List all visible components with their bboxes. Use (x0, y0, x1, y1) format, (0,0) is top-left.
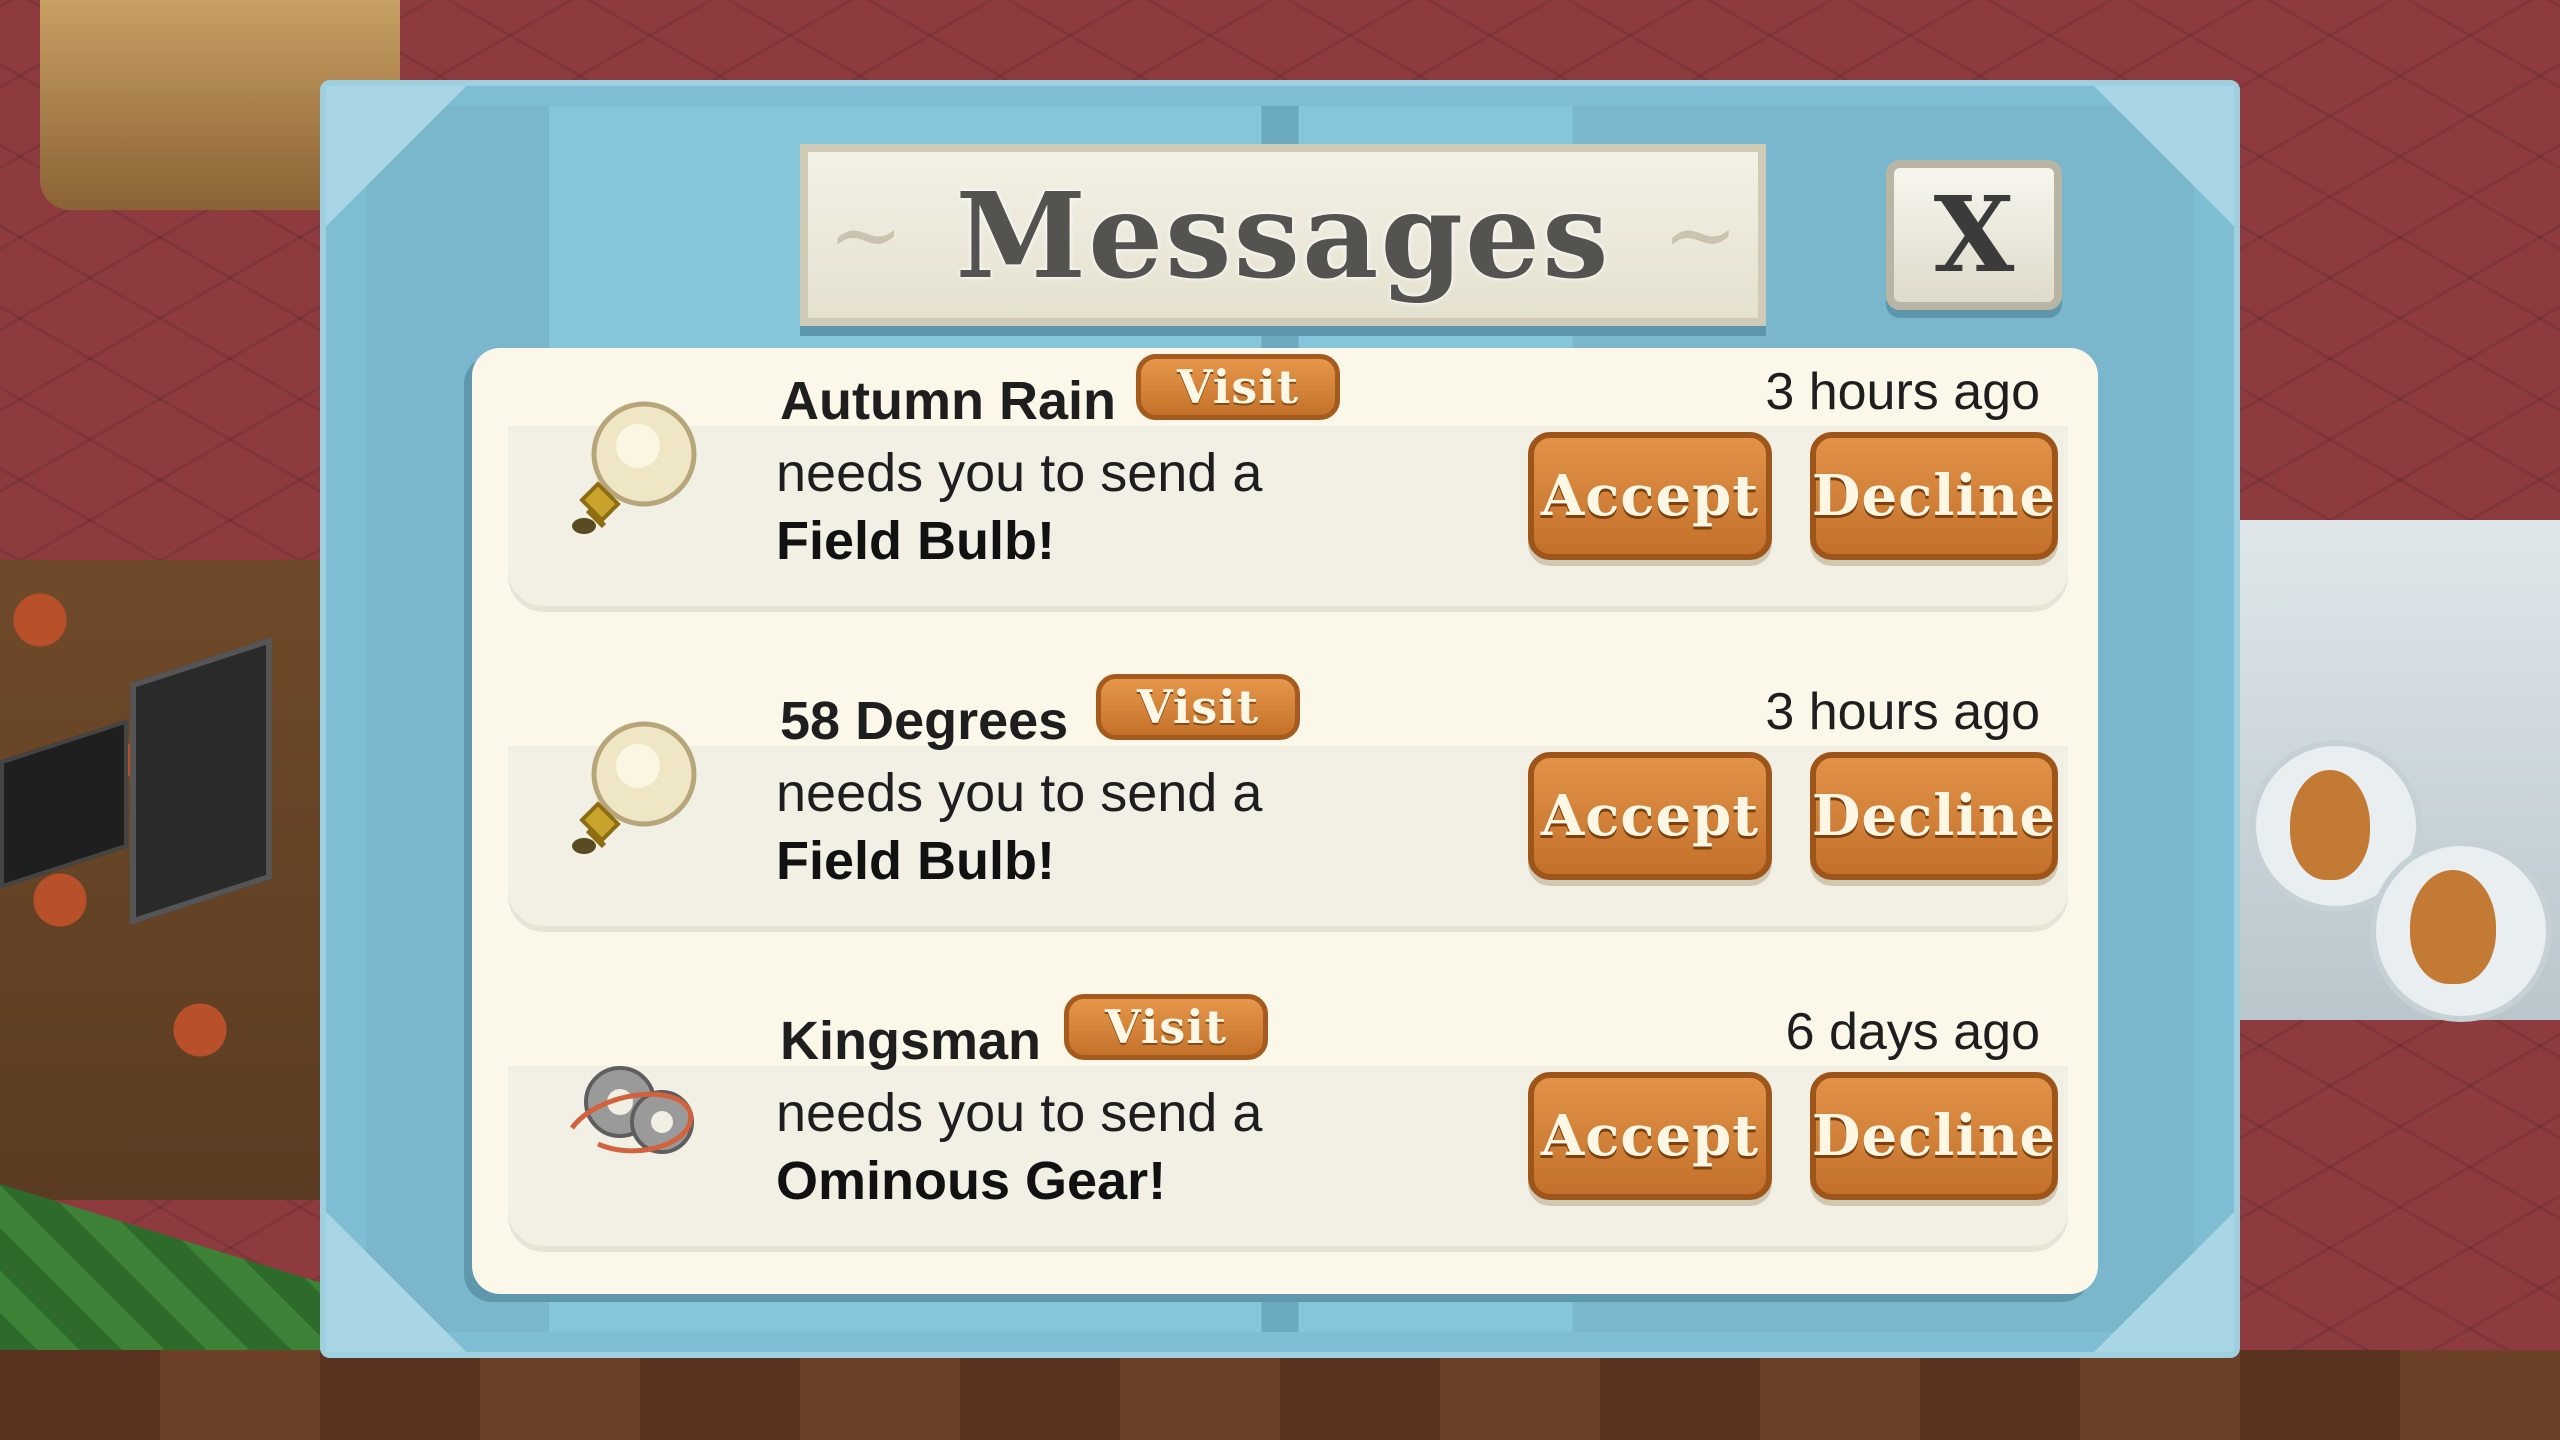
sender-name[interactable]: 58 Degrees (780, 690, 1068, 752)
dialog-corner (326, 1212, 466, 1352)
message-time: 3 hours ago (1765, 683, 2040, 741)
sender-name[interactable]: Autumn Rain (780, 370, 1116, 432)
visit-button[interactable]: Visit (1064, 994, 1268, 1060)
sender-name[interactable]: Kingsman (780, 1010, 1041, 1072)
swirl-ornament-icon: ~ (828, 182, 904, 288)
message-row: Autumn Rain Visit 3 hours ago needs you … (508, 352, 2068, 606)
dialog-corner (2094, 86, 2234, 226)
request-text: needs you to send a (776, 1083, 1263, 1143)
swirl-ornament-icon: ~ (1662, 182, 1738, 288)
message-row: Kingsman Visit 6 days ago needs you to s… (508, 992, 2068, 1246)
lightbulb-icon (572, 401, 697, 534)
message-time: 3 hours ago (1765, 363, 2040, 421)
egg-decoration (2290, 770, 2370, 880)
dialog-title: Messages (955, 165, 1611, 305)
message-time: 6 days ago (1785, 1003, 2040, 1061)
message-row: 58 Degrees Visit 3 hours ago needs you t… (508, 672, 2068, 926)
request-text: needs you to send a (776, 443, 1263, 503)
close-button[interactable]: X (1886, 160, 2062, 310)
requested-item: Field Bulb! (776, 511, 1055, 571)
pizza-sign-decoration (130, 636, 272, 926)
accept-button[interactable]: Accept (1528, 752, 1772, 880)
dialog-corner (326, 86, 466, 226)
visit-button[interactable]: Visit (1136, 354, 1340, 420)
visit-button[interactable]: Visit (1096, 674, 1300, 740)
close-icon: X (1933, 173, 2015, 296)
decline-button[interactable]: Decline (1810, 752, 2058, 880)
lightbulb-icon (572, 721, 697, 854)
requested-item: Ominous Gear! (776, 1151, 1167, 1211)
egg-decoration (2410, 870, 2496, 984)
wood-floor (0, 1350, 2560, 1440)
accept-button[interactable]: Accept (1528, 1072, 1772, 1200)
gear-icon (569, 1066, 694, 1154)
requested-item: Field Bulb! (776, 831, 1055, 891)
dialog-corner (2094, 1212, 2234, 1352)
title-banner: ~ Messages ~ (800, 144, 1766, 326)
accept-button[interactable]: Accept (1528, 432, 1772, 560)
decline-button[interactable]: Decline (1810, 432, 2058, 560)
request-text: needs you to send a (776, 763, 1263, 823)
decline-button[interactable]: Decline (1810, 1072, 2058, 1200)
